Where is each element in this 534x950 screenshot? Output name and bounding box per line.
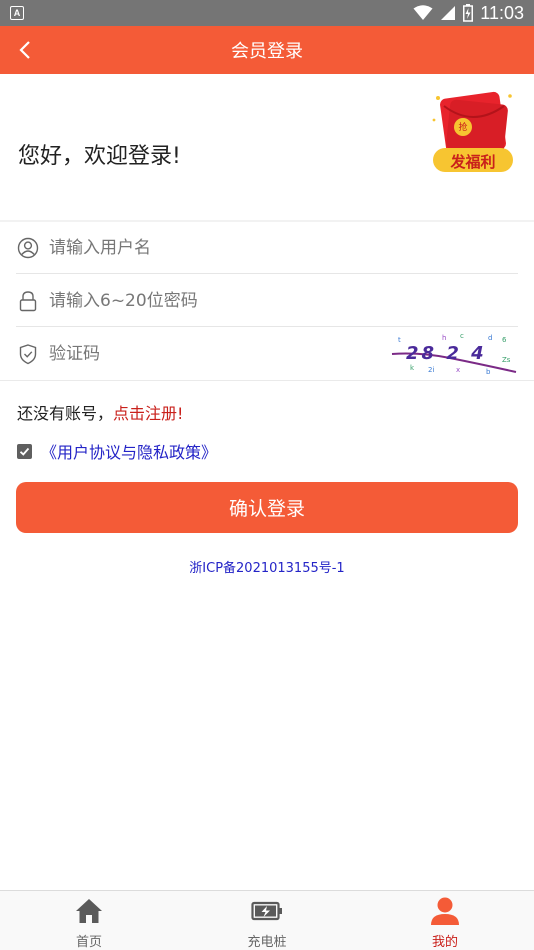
bottom-tab-bar: 首页 充电桩 我的	[0, 890, 534, 950]
svg-text:t: t	[398, 336, 401, 344]
status-bar: A 11:03	[0, 0, 534, 26]
red-packet-label: 发福利	[450, 153, 496, 171]
tab-mine-label: 我的	[431, 935, 458, 950]
captcha-text: 28 2 4	[406, 343, 487, 364]
svg-text:b: b	[486, 368, 491, 376]
chevron-left-icon	[19, 41, 30, 59]
divider	[0, 380, 534, 381]
battery-charging-icon	[250, 895, 284, 927]
page-title: 会员登录	[231, 41, 303, 62]
login-button[interactable]: 确认登录	[16, 482, 518, 533]
clock: 11:03	[480, 2, 524, 23]
captcha-row: t h c d 6 k 2i x b Zs 28 2 4	[16, 328, 518, 380]
svg-text:d: d	[488, 334, 492, 342]
red-packet-promo[interactable]: 抢 发福利	[430, 90, 516, 176]
captcha-input[interactable]	[49, 344, 379, 364]
password-input[interactable]	[49, 290, 379, 311]
user-icon	[428, 895, 462, 927]
svg-text:c: c	[460, 332, 464, 340]
svg-text:2i: 2i	[428, 366, 434, 374]
checkmark-icon	[19, 447, 30, 456]
svg-text:Zs: Zs	[502, 356, 511, 364]
tab-charging-pile[interactable]: 充电桩	[178, 891, 356, 950]
username-input[interactable]	[49, 237, 379, 258]
tab-home-label: 首页	[75, 935, 102, 950]
back-button[interactable]	[10, 34, 40, 66]
tab-charging-pile-label: 充电桩	[247, 935, 287, 950]
register-prompt: 还没有账号，点击注册!	[17, 400, 183, 424]
home-icon	[72, 895, 106, 927]
notification-icon: A	[10, 6, 24, 20]
welcome-text: 您好，欢迎登录!	[18, 144, 181, 169]
app-header: 会员登录	[0, 26, 534, 74]
svg-text:x: x	[456, 366, 460, 374]
agreement-link[interactable]: 《用户协议与隐私政策》	[41, 439, 217, 463]
wifi-icon	[413, 5, 433, 20]
svg-text:h: h	[442, 334, 446, 342]
username-row	[16, 222, 518, 274]
user-icon	[17, 237, 39, 259]
svg-text:k: k	[410, 364, 415, 372]
tab-mine[interactable]: 我的	[356, 891, 534, 950]
signal-icon	[441, 6, 456, 20]
battery-icon	[463, 4, 474, 22]
red-packet-badge: 抢	[458, 123, 468, 133]
password-row	[16, 275, 518, 327]
agreement-row: 《用户协议与隐私政策》	[17, 439, 217, 463]
shield-icon	[17, 343, 39, 365]
lock-icon	[17, 290, 39, 312]
agreement-checkbox[interactable]	[17, 443, 32, 459]
tab-home[interactable]: 首页	[0, 891, 178, 950]
captcha-image[interactable]: t h c d 6 k 2i x b Zs 28 2 4	[390, 332, 518, 376]
icp-number[interactable]: 浙ICP备2021013155号-1	[0, 557, 534, 576]
svg-text:6: 6	[502, 336, 507, 344]
register-prompt-text: 还没有账号，	[17, 404, 114, 423]
register-link[interactable]: 点击注册!	[113, 404, 183, 423]
